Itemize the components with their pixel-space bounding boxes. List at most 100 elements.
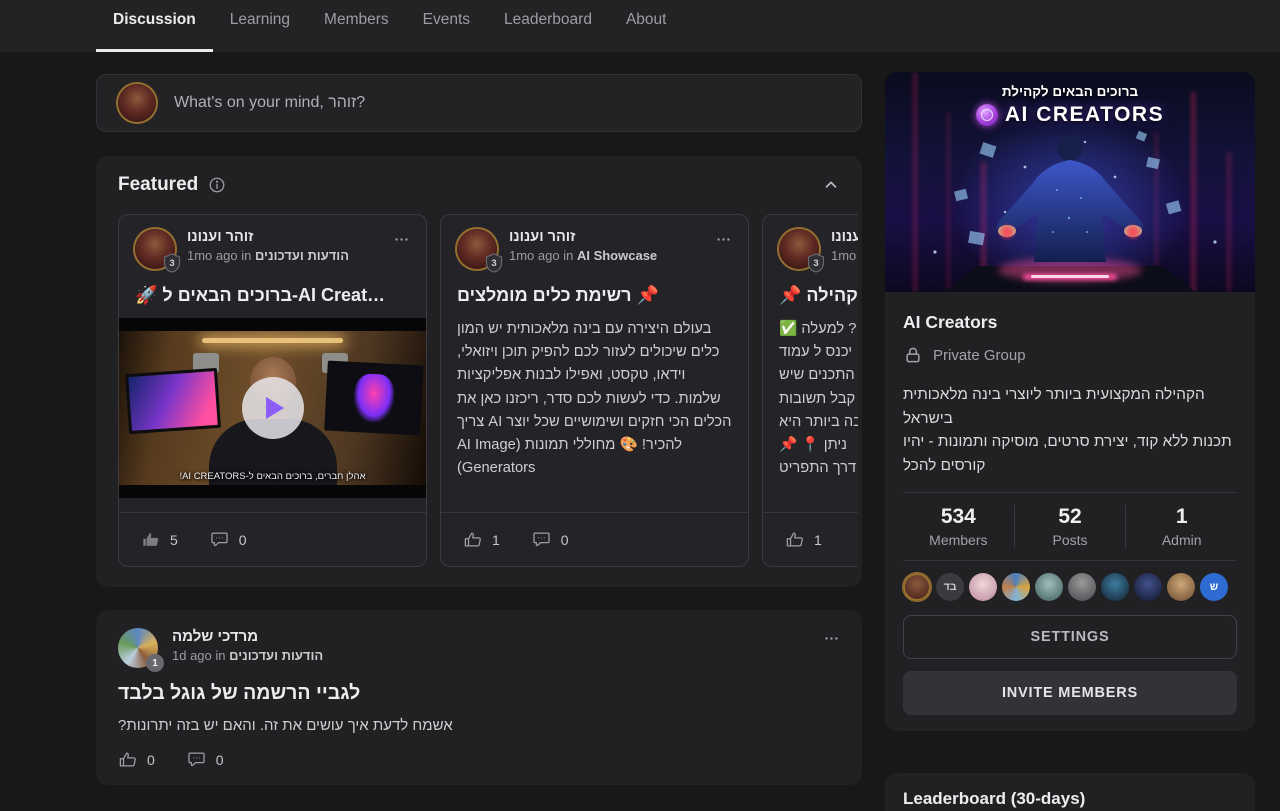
stat-admins: 1 Admin [1125, 505, 1237, 548]
level-badge-value: 3 [163, 253, 181, 273]
post-title[interactable]: לגביי הרשמה של גוגל בלבד [118, 682, 840, 705]
tab-events-label: Events [423, 11, 470, 29]
leaderboard-title: Leaderboard (30-days) [903, 789, 1237, 809]
comment-count: 0 [216, 752, 224, 768]
group-description-line1: הקהילה המקצועית ביותר ליוצרי בינה מלאכות… [903, 383, 1237, 430]
tab-about-label: About [626, 11, 667, 29]
member-avatar-initials[interactable]: בד [936, 573, 964, 601]
post-timestamp: 1d ago in [172, 648, 226, 663]
tab-leaderboard[interactable]: Leaderboard [487, 0, 609, 52]
more-options-icon[interactable] [393, 229, 410, 248]
member-avatar[interactable] [903, 573, 931, 601]
tab-events[interactable]: Events [406, 0, 487, 52]
member-avatar[interactable] [969, 573, 997, 601]
stat-members-label: Members [903, 532, 1014, 548]
member-avatar[interactable] [1002, 573, 1030, 601]
group-sidebar: ברוכים הבאים לקהילת AI CREATORS AI Creat… [885, 72, 1255, 811]
post-timestamp: 1mo ago in [831, 248, 858, 263]
brain-logo-icon [976, 104, 998, 126]
post-channel[interactable]: הודעות ועדכונים [229, 648, 323, 663]
settings-button[interactable]: SETTINGS [903, 615, 1237, 659]
current-user-avatar [118, 84, 156, 122]
group-stats: 534 Members 52 Posts 1 Admin [903, 493, 1237, 558]
body-line: 📌 📍 ניתן [779, 434, 858, 457]
comment-count: 0 [561, 532, 569, 548]
stat-posts-label: Posts [1015, 532, 1126, 548]
tab-leaderboard-label: Leaderboard [504, 11, 592, 29]
video-thumbnail[interactable]: אהלן חברים, ברוכים הבאים ל-AI CREATORS! [119, 318, 426, 498]
body-line: ✅ למעלה ? [779, 318, 858, 341]
featured-card-community-clipped[interactable]: 3 זוהר וענונו 1mo ago in 📌 קהילה ✅ למעלה… [762, 214, 858, 567]
post-channel[interactable]: הודעות ועדכונים [255, 248, 349, 263]
chevron-up-icon[interactable] [822, 176, 840, 194]
like-button[interactable] [118, 750, 137, 769]
post-author[interactable]: זוהר וענונו [831, 229, 858, 245]
stat-admins-label: Admin [1126, 532, 1237, 548]
group-name: AI Creators [903, 312, 1237, 333]
tab-learning-label: Learning [230, 11, 290, 29]
featured-section: Featured 3 זוהר וענ [96, 156, 862, 587]
level-badge: 3 [485, 253, 503, 273]
post-author[interactable]: זוהר וענונו [509, 229, 657, 245]
member-avatar[interactable] [1134, 573, 1162, 601]
like-button[interactable] [463, 530, 482, 549]
member-avatar[interactable] [1167, 573, 1195, 601]
feed-post[interactable]: 1 מרדכי שלמה 1d ago in הודעות ועדכונים ל… [96, 610, 862, 785]
cover-text: ברוכים הבאים לקהילת AI CREATORS [885, 84, 1255, 127]
privacy-label: Private Group [933, 347, 1026, 364]
stat-posts-value: 52 [1015, 505, 1126, 529]
post-author[interactable]: מרדכי שלמה [172, 628, 323, 645]
post-body: ✅ למעלה ? יכנס ל עמוד התכנים שיש קבל תשו… [763, 318, 858, 484]
more-options-icon[interactable] [823, 628, 840, 647]
featured-card-welcome[interactable]: 3 זוהר וענונו 1mo ago in הודעות ועדכונים… [118, 214, 427, 567]
invite-members-button[interactable]: INVITE MEMBERS [903, 671, 1237, 715]
comment-button[interactable] [210, 530, 229, 549]
more-options-icon[interactable] [715, 229, 732, 248]
level-badge-value: 3 [485, 253, 503, 273]
level-badge-value: 1 [152, 658, 158, 669]
play-button[interactable] [242, 377, 304, 439]
comment-count: 0 [239, 532, 247, 548]
tab-about[interactable]: About [609, 0, 684, 52]
studio-monitor-left [125, 368, 221, 434]
nav-tabs: Discussion Learning Members Events Leade… [0, 0, 1280, 52]
tab-learning[interactable]: Learning [213, 0, 307, 52]
video-caption: אהלן חברים, ברוכים הבאים ל-AI CREATORS! [119, 471, 426, 482]
featured-cards-row: 3 זוהר וענונו 1mo ago in הודעות ועדכונים… [118, 214, 858, 567]
level-badge-value: 3 [807, 253, 825, 273]
member-avatar[interactable] [1068, 573, 1096, 601]
like-count: 0 [147, 752, 155, 768]
leaderboard-card: Leaderboard (30-days) [885, 773, 1255, 811]
tab-members[interactable]: Members [307, 0, 406, 52]
body-line: בה ביותר היא [779, 411, 858, 434]
like-button[interactable] [141, 530, 160, 549]
tab-discussion-label: Discussion [113, 11, 196, 29]
info-icon[interactable] [208, 176, 226, 194]
featured-title: Featured [118, 174, 198, 196]
member-avatar[interactable] [1035, 573, 1063, 601]
post-title[interactable]: 🚀 ברוכים הבאים ל-AI Creat… [119, 285, 426, 306]
main-feed-column: What's on your mind, זוהר? Featured 3 [96, 74, 862, 785]
post-title[interactable]: 📌 קהילה [763, 285, 858, 306]
studio-monitor-right [324, 361, 424, 436]
play-icon [266, 397, 284, 419]
featured-card-tools[interactable]: 3 זוהר וענונו 1mo ago in AI Showcase 📌 ר… [440, 214, 749, 567]
cover-brand-text: AI CREATORS [1005, 103, 1164, 127]
cover-welcome-text: ברוכים הבאים לקהילת [885, 84, 1255, 99]
tab-discussion[interactable]: Discussion [96, 0, 213, 52]
avatar: 3 [779, 229, 819, 269]
post-timestamp: 1mo ago in [187, 248, 251, 263]
comment-button[interactable] [187, 750, 206, 769]
post-channel[interactable]: AI Showcase [577, 248, 657, 263]
post-title[interactable]: 📌 רשימת כלים מומלצים [441, 285, 748, 306]
member-avatar[interactable] [1101, 573, 1129, 601]
post-body: בעולם היצירה עם בינה מלאכותית יש המון כל… [441, 318, 748, 484]
member-avatar-initials[interactable]: ש [1200, 573, 1228, 601]
stat-members: 534 Members [903, 505, 1014, 548]
top-nav-bar: Discussion Learning Members Events Leade… [0, 0, 1280, 52]
post-composer[interactable]: What's on your mind, זוהר? [96, 74, 862, 132]
like-button[interactable] [785, 530, 804, 549]
level-badge: 1 [146, 654, 164, 672]
post-author[interactable]: זוהר וענונו [187, 229, 349, 245]
comment-button[interactable] [532, 530, 551, 549]
